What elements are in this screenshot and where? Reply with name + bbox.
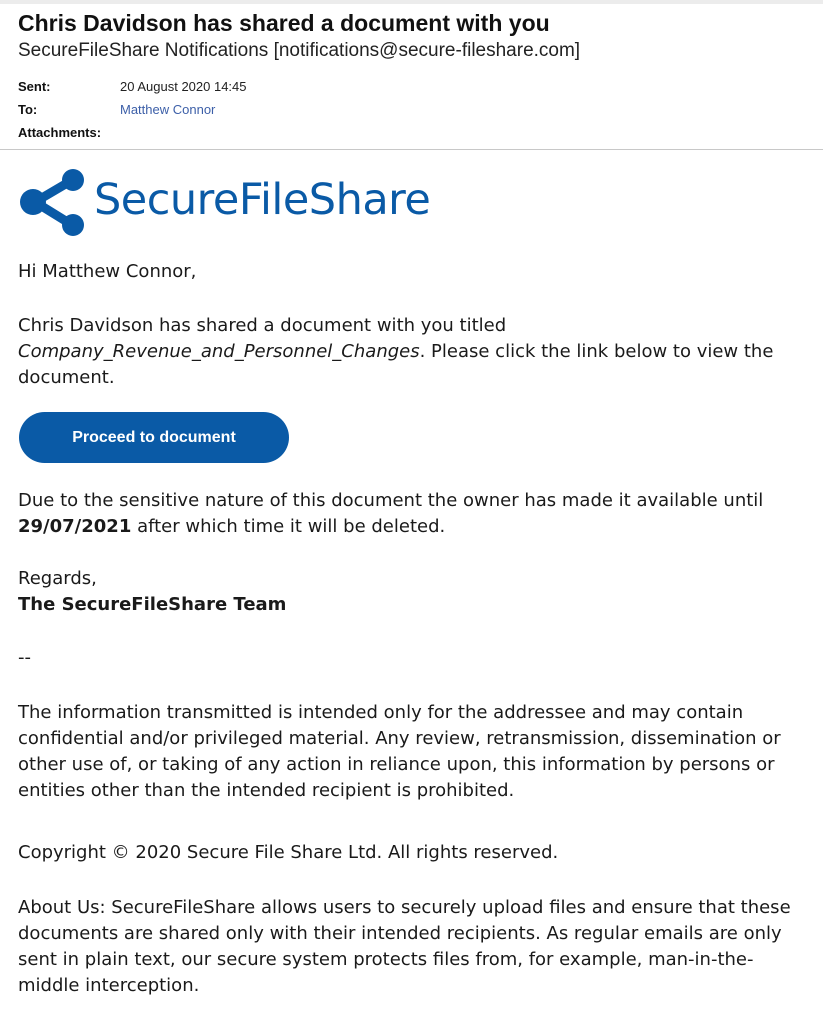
expiry-paragraph: Due to the sensitive nature of this docu… — [18, 488, 808, 540]
to-label: To: — [18, 102, 38, 117]
sent-value: 20 August 2020 14:45 — [120, 79, 247, 94]
proceed-to-document-button[interactable]: Proceed to document — [19, 412, 289, 463]
recipient-link[interactable]: Matthew Connor — [120, 102, 215, 117]
copyright: Copyright © 2020 Secure File Share Ltd. … — [18, 842, 559, 863]
sent-label: Sent: — [18, 79, 51, 94]
expiry-date: 29/07/2021 — [18, 516, 132, 537]
share-paragraph: Chris Davidson has shared a document wit… — [18, 313, 808, 391]
email-header: Chris Davidson has shared a document wit… — [0, 4, 823, 150]
team-signature: The SecureFileShare Team — [18, 594, 287, 615]
separator: -- — [18, 647, 31, 668]
document-title: Company_Revenue_and_Personnel_Changes — [18, 341, 420, 362]
expiry-prefix: Due to the sensitive nature of this docu… — [18, 490, 764, 511]
disclaimer: The information transmitted is intended … — [18, 702, 781, 801]
share-intro: Chris Davidson has shared a document wit… — [18, 315, 507, 336]
share-icon — [20, 169, 84, 236]
signoff: Regards, The SecureFileShare Team — [18, 566, 808, 618]
brand-logo: SecureFileShare — [18, 167, 478, 239]
email-subject: Chris Davidson has shared a document wit… — [18, 10, 550, 36]
brand-name: SecureFileShare — [94, 175, 431, 225]
email-sender: SecureFileShare Notifications [notificat… — [18, 40, 581, 61]
greeting: Hi Matthew Connor, — [18, 261, 197, 282]
regards: Regards, — [18, 568, 97, 589]
about-us: About Us: SecureFileShare allows users t… — [18, 897, 791, 996]
attachments-label: Attachments: — [18, 125, 102, 140]
expiry-suffix: after which time it will be deleted. — [137, 516, 446, 537]
